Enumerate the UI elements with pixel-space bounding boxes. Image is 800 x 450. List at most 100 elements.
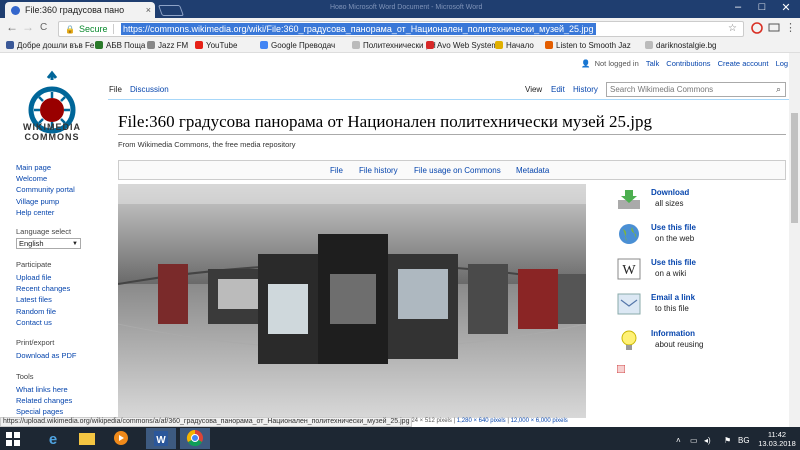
sidebar-link[interactable]: Help center xyxy=(16,207,75,218)
sidebar-link[interactable]: Related changes xyxy=(16,395,72,406)
new-tab-button[interactable] xyxy=(157,5,185,16)
sidebar-link[interactable]: Special pages xyxy=(16,406,72,417)
url-text[interactable]: https://commons.wikimedia.org/wiki/File:… xyxy=(121,23,596,35)
minimize-button[interactable]: – xyxy=(726,1,750,13)
sidebar-link[interactable]: Download as PDF xyxy=(16,350,76,361)
sidebar-link[interactable]: Village pump xyxy=(16,196,75,207)
page-scrollbar[interactable] xyxy=(789,53,800,428)
forward-button[interactable]: → xyxy=(22,20,34,34)
bookmark-item[interactable]: Jazz FM xyxy=(147,41,188,50)
maximize-button[interactable]: □ xyxy=(750,1,774,13)
tray-up-arrow-icon[interactable]: ˄ xyxy=(676,436,681,445)
action-desc: on the web xyxy=(655,234,695,243)
keyboard-language[interactable]: BG xyxy=(738,436,750,445)
bookmark-item[interactable]: Начало xyxy=(495,41,534,50)
sidebar-print: Download as PDF xyxy=(16,350,76,361)
create-account-link[interactable]: Create account xyxy=(718,59,769,68)
sidebar-link[interactable]: Upload file xyxy=(16,272,70,283)
bookmark-item[interactable]: Добре дошли във Fe xyxy=(6,41,94,50)
tab-edit[interactable]: Edit xyxy=(551,85,565,94)
file-nav-link[interactable]: File history xyxy=(359,166,398,175)
word-taskbar-icon[interactable]: W xyxy=(146,428,176,449)
file-nav-link[interactable]: Metadata xyxy=(516,166,549,175)
clock-time: 11:42 xyxy=(767,430,787,439)
tab-file[interactable]: File xyxy=(109,85,122,94)
talk-link[interactable]: Talk xyxy=(646,59,659,68)
language-select[interactable]: English ▼ xyxy=(16,238,81,249)
windows-start-icon[interactable] xyxy=(6,432,20,446)
tab-divider xyxy=(108,99,800,100)
tab-view[interactable]: View xyxy=(525,85,542,94)
browser-tab[interactable]: File:360 градусова пано × xyxy=(5,2,155,18)
extension-icon[interactable] xyxy=(750,21,764,35)
site-subtitle: From Wikimedia Commons, the free media r… xyxy=(118,140,296,149)
tab-discussion[interactable]: Discussion xyxy=(130,85,169,94)
scrollbar-thumb[interactable] xyxy=(791,113,798,223)
dropdown-arrow-icon: ▼ xyxy=(72,241,78,247)
browser-menu-icon[interactable]: ⋮ xyxy=(785,21,796,34)
action-desc: to this file xyxy=(655,304,689,313)
action-title[interactable]: Use this file xyxy=(651,258,696,267)
bookmark-item[interactable]: Политехнически | Н xyxy=(352,41,436,50)
cast-icon[interactable] xyxy=(767,21,781,35)
chrome-taskbar-icon[interactable] xyxy=(180,428,210,449)
bookmarks-bar: Добре дошли във Fe АБВ Поща Jazz FM YouT… xyxy=(0,38,800,53)
panorama-image[interactable] xyxy=(118,184,586,418)
tray-flag-icon[interactable]: ⚑ xyxy=(724,436,731,445)
sidebar-link[interactable]: Random file xyxy=(16,306,70,317)
sidebar-link[interactable]: Main page xyxy=(16,162,75,173)
close-window-button[interactable]: ✕ xyxy=(774,1,798,14)
action-title[interactable]: Information xyxy=(651,329,695,338)
bookmark-item[interactable]: YouTube xyxy=(195,41,237,50)
tab-history[interactable]: History xyxy=(573,85,598,94)
contributions-link[interactable]: Contributions xyxy=(666,59,710,68)
resolution-link[interactable]: 024 × 512 pixels xyxy=(408,418,452,424)
search-placeholder: Search Wikimedia Commons xyxy=(610,85,714,94)
sidebar-link[interactable]: What links here xyxy=(16,384,72,395)
personal-tools: 👤 Not logged in Talk Contributions Creat… xyxy=(576,59,796,68)
sidebar-link[interactable]: Recent changes xyxy=(16,283,70,294)
sidebar-link[interactable]: Community portal xyxy=(16,184,75,195)
bookmark-item[interactable]: Avo Web System xyxy=(426,41,498,50)
back-button[interactable]: ← xyxy=(6,20,18,34)
email-icon xyxy=(617,293,641,315)
search-icon[interactable]: ⌕ xyxy=(776,84,781,95)
media-player-taskbar-icon[interactable] xyxy=(106,428,136,449)
window-title: Ново Microsoft Word Document - Microsoft… xyxy=(330,4,483,11)
svg-text:e: e xyxy=(49,431,57,448)
address-separator xyxy=(113,24,114,34)
user-icon: 👤 xyxy=(581,59,591,68)
lock-icon: 🔒 xyxy=(65,25,75,34)
sidebar-link[interactable]: Welcome xyxy=(16,173,75,184)
bookmark-item[interactable]: Listen to Smooth Jaz xyxy=(545,41,631,50)
resolution-link[interactable]: 1,280 × 640 pixels xyxy=(457,418,506,424)
action-title[interactable]: Use this file xyxy=(651,223,696,232)
search-input[interactable]: Search Wikimedia Commons ⌕ xyxy=(606,82,786,97)
taskbar-clock[interactable]: 11:42 13.03.2018 xyxy=(756,430,798,448)
logo-text: WIKIMEDIA COMMONS xyxy=(23,122,81,142)
ie-taskbar-icon[interactable]: e xyxy=(38,428,68,449)
page-title: File:360 градусова панорама от Национале… xyxy=(118,112,653,131)
bookmark-item[interactable]: АБВ Поща xyxy=(95,41,145,50)
tray-volume-icon[interactable]: ◂) xyxy=(704,436,711,445)
address-bar[interactable]: 🔒 Secure https://commons.wikimedia.org/w… xyxy=(58,21,744,37)
tab-title: File:360 градусова пано xyxy=(25,5,125,15)
participate-heading: Participate xyxy=(16,260,52,269)
bookmark-item[interactable]: dariknostalgie.bg xyxy=(645,41,716,50)
bookmark-item[interactable]: Google Преводач xyxy=(260,41,335,50)
file-nav-link[interactable]: File xyxy=(330,166,343,175)
security-label: Secure xyxy=(79,24,108,34)
reload-button[interactable]: C xyxy=(40,22,47,33)
sidebar-link[interactable]: Latest files xyxy=(16,294,70,305)
title-divider xyxy=(118,134,786,135)
tab-close-icon[interactable]: × xyxy=(146,5,151,15)
sidebar-link[interactable]: Contact us xyxy=(16,317,70,328)
folder-taskbar-icon[interactable] xyxy=(72,428,102,449)
action-title[interactable]: Download xyxy=(651,188,689,197)
action-title[interactable]: Email a link xyxy=(651,293,695,302)
bookmark-star-icon[interactable]: ☆ xyxy=(728,23,737,34)
resolution-link[interactable]: 12,000 × 6,000 pixels xyxy=(511,418,568,424)
tray-network-icon[interactable]: ▭ xyxy=(690,436,698,445)
broken-image-icon xyxy=(617,365,625,373)
file-nav-link[interactable]: File usage on Commons xyxy=(414,166,501,175)
